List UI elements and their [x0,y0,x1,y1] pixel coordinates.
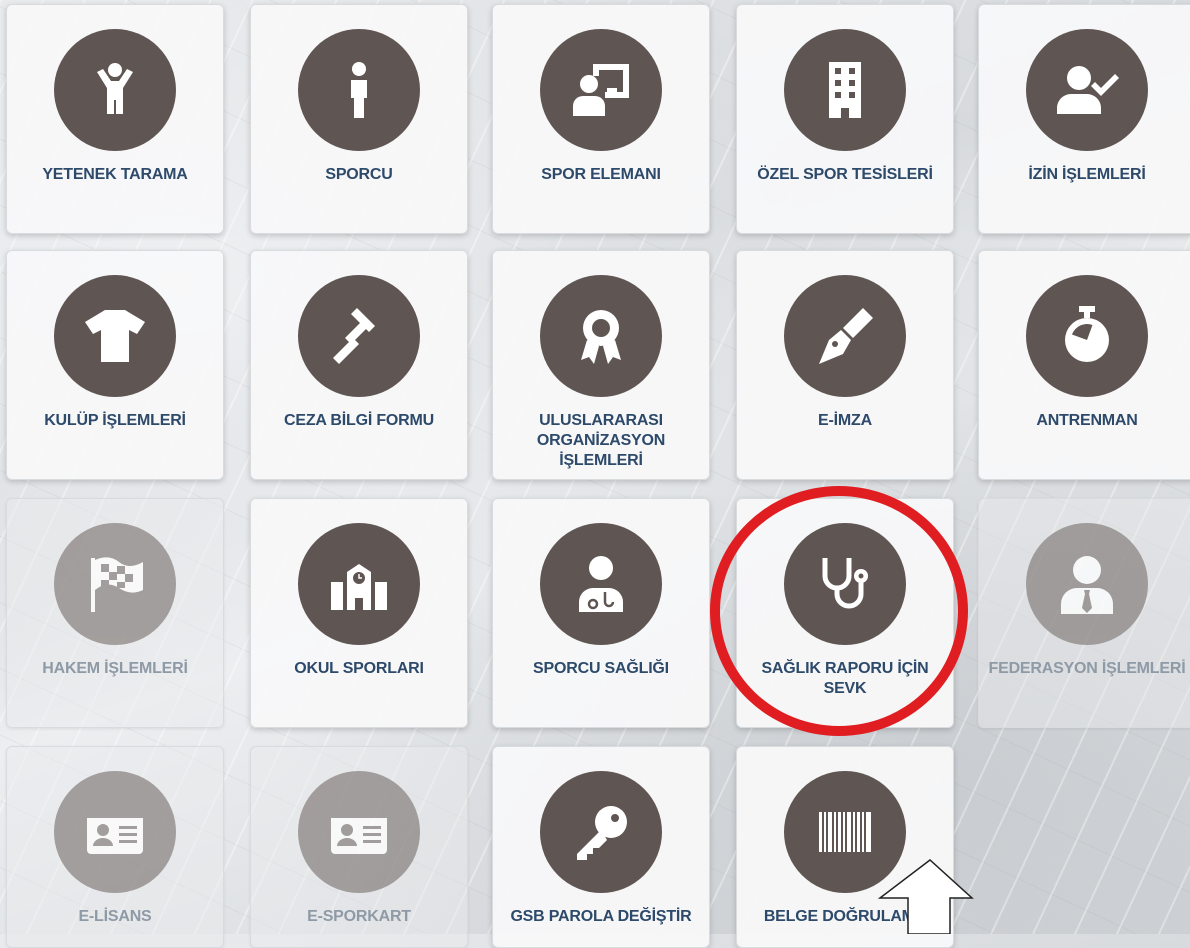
tile-label: SAĞLIK RAPORU İÇİN SEVK [761,660,929,697]
barcode-icon [784,771,906,893]
tile-federasyon-islemleri[interactable]: FEDERASYON İŞLEMLERİ [978,498,1190,728]
tile-saglik-raporu-icin-sevk[interactable]: SAĞLIK RAPORU İÇİN SEVK [736,498,954,728]
tile-label: SPORCU [325,166,393,183]
teacher-board-icon [540,29,662,151]
tile-label: ULUSLARARASI ORGANİZASYON İŞLEMLERİ [536,412,666,469]
tile-sporcu-sagligi[interactable]: SPORCU SAĞLIĞI [492,498,710,728]
school-icon [298,523,420,645]
tile-ceza-bilgi-formu[interactable]: CEZA BİLGİ FORMU [250,250,468,480]
award-icon [540,275,662,397]
tile-antrenman[interactable]: ANTRENMAN [978,250,1190,480]
tile-label: İZİN İŞLEMLERİ [1028,166,1146,183]
tile-e-lisans[interactable]: E-LİSANS [6,746,224,948]
tile-label: E-LİSANS [78,908,152,925]
id-card-icon [298,771,420,893]
tile-spor-elemani[interactable]: SPOR ELEMANI [492,4,710,234]
tile-sporcu[interactable]: SPORCU [250,4,468,234]
gavel-icon [298,275,420,397]
tile-label: SPOR ELEMANI [541,166,661,183]
menu-grid: YETENEK TARAMA SPORCU SPOR ELEMANI ÖZEL … [0,0,1190,948]
tile-uluslararasi-organizasyon[interactable]: ULUSLARARASI ORGANİZASYON İŞLEMLERİ [492,250,710,480]
tile-hakem-islemleri[interactable]: HAKEM İŞLEMLERİ [6,498,224,728]
user-tie-icon [1026,523,1148,645]
checkered-flag-icon [54,523,176,645]
tile-label: KULÜP İŞLEMLERİ [44,412,186,429]
tile-label: SPORCU SAĞLIĞI [533,660,669,677]
tile-label: ANTRENMAN [1036,412,1138,429]
user-check-icon [1026,29,1148,151]
tshirt-icon [54,275,176,397]
tile-gsb-parola-degistir[interactable]: GSB PAROLA DEĞİŞTİR [492,746,710,948]
tile-label: FEDERASYON İŞLEMLERİ [988,660,1186,677]
tile-label: E-SPORKART [307,908,411,925]
tile-ozel-spor-tesisleri[interactable]: ÖZEL SPOR TESİSLERİ [736,4,954,234]
id-card-icon [54,771,176,893]
tile-label: ÖZEL SPOR TESİSLERİ [757,166,933,183]
tile-yetenek-tarama[interactable]: YETENEK TARAMA [6,4,224,234]
key-icon [540,771,662,893]
tile-label: BELGE DOĞRULAMA [763,908,927,925]
tile-kulup-islemleri[interactable]: KULÜP İŞLEMLERİ [6,250,224,480]
person-info-icon [298,29,420,151]
user-doctor-icon [540,523,662,645]
tile-label: HAKEM İŞLEMLERİ [42,660,188,677]
child-icon [54,29,176,151]
tile-belge-dogrulama[interactable]: BELGE DOĞRULAMA [736,746,954,948]
tile-label: GSB PAROLA DEĞİŞTİR [510,908,692,925]
tile-e-sporkart[interactable]: E-SPORKART [250,746,468,948]
pen-nib-icon [784,275,906,397]
building-icon [784,29,906,151]
stopwatch-icon [1026,275,1148,397]
tile-okul-sporlari[interactable]: OKUL SPORLARI [250,498,468,728]
tile-label: YETENEK TARAMA [42,166,188,183]
tile-izin-islemleri[interactable]: İZİN İŞLEMLERİ [978,4,1190,234]
tile-label: E-İMZA [818,412,872,429]
stethoscope-icon [784,523,906,645]
tile-e-imza[interactable]: E-İMZA [736,250,954,480]
tile-label: CEZA BİLGİ FORMU [284,412,434,429]
tile-label: OKUL SPORLARI [294,660,424,677]
